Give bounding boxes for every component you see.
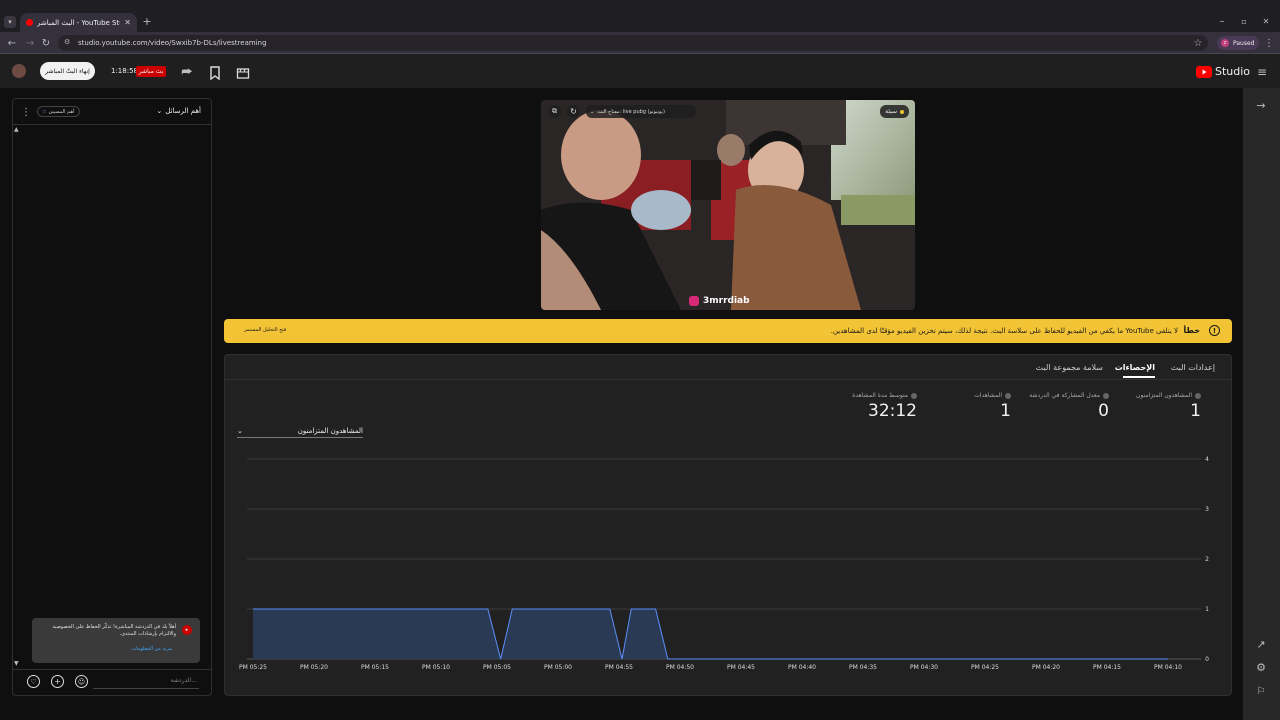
y-tick-label: 1 xyxy=(1205,606,1209,613)
x-tick-label: PM 05:00 xyxy=(544,664,572,671)
right-rail: → ↗ ⚙ ⚐ xyxy=(1243,88,1280,720)
stream-preview[interactable]: ⧉ ↻ ⌄ مفتاح البث: live pubg (يوتيوتو) سيئ… xyxy=(541,100,915,310)
browser-toolbar: ← → ↻ ⚙ studio.youtube.com/video/Swxib7b… xyxy=(0,32,1280,54)
x-tick-label: PM 04:10 xyxy=(1154,664,1182,671)
share-icon[interactable]: ⮫ xyxy=(180,65,194,79)
y-tick-label: 4 xyxy=(1205,456,1209,463)
expand-arrow-icon[interactable]: → xyxy=(1254,98,1268,112)
profile-status: Paused xyxy=(1233,39,1255,47)
settings-gear-icon[interactable]: ⚙ xyxy=(1254,660,1268,674)
channel-avatar[interactable] xyxy=(12,64,26,78)
stream-key-dropdown[interactable]: ⌄ مفتاح البث: live pubg (يوتيوتو) xyxy=(586,105,696,118)
x-tick-label: PM 05:20 xyxy=(300,664,328,671)
x-tick-label: PM 04:50 xyxy=(666,664,694,671)
feedback-icon[interactable]: ⚐ xyxy=(1254,684,1268,698)
browser-tab-bar: ▾ البث المباشر - YouTube Studio ✕ + – ▫ … xyxy=(0,0,1280,32)
heart-icon[interactable]: ♡ xyxy=(27,675,40,688)
close-window-icon[interactable]: ✕ xyxy=(1260,15,1272,27)
refresh-icon[interactable]: ↻ xyxy=(567,105,580,118)
youtube-notice-icon: ▸ xyxy=(182,625,192,635)
reload-icon[interactable]: ↻ xyxy=(40,37,52,49)
open-analysis-link[interactable]: فتح التحليل المستمر xyxy=(244,327,286,333)
series-area xyxy=(253,609,1168,659)
studio-wordmark: Studio xyxy=(1215,65,1251,78)
scroll-up-icon[interactable]: ▲ xyxy=(14,126,19,133)
chevron-down-icon: ⌄ xyxy=(156,107,163,115)
new-tab-icon[interactable]: + xyxy=(141,15,153,28)
back-icon[interactable]: ← xyxy=(6,37,18,49)
learn-more-link[interactable]: مزيد من المعلومات xyxy=(132,646,172,652)
y-tick-label: 3 xyxy=(1205,506,1209,513)
browser-tab[interactable]: البث المباشر - YouTube Studio ✕ xyxy=(20,13,137,32)
notice-text: أهلاً بك في الدردشة المباشرة! تذكّر الحف… xyxy=(52,624,176,637)
tab-title: البث المباشر - YouTube Studio xyxy=(37,18,120,27)
error-message: لا يتلقى YouTube ما يكفي من الفيديو للحف… xyxy=(830,327,1178,335)
x-tick-label: PM 04:25 xyxy=(971,664,999,671)
address-bar[interactable]: ⚙ studio.youtube.com/video/Swxib7b-DLs/l… xyxy=(58,35,1208,51)
tab-search-icon[interactable]: ▾ xyxy=(4,16,16,28)
scroll-down-icon[interactable]: ▼ xyxy=(14,660,19,667)
chat-welcome-notice: ▸ أهلاً بك في الدردشة المباشرة! تذكّر ال… xyxy=(32,618,200,663)
live-badge: بث مباشر xyxy=(136,66,166,77)
y-tick-label: 0 xyxy=(1205,656,1209,663)
live-chat-panel: ⋮ ☆ أهم المسيين ⌄ أهم الرسائل ▲ ▼ ▸ أهلاً … xyxy=(12,98,212,696)
concurrent-viewers-chart: 0 1 2 3 4 PM 05:25 PM 05:20 PM 05:15 PM 05:10 PM … xyxy=(239,456,1209,671)
stream-error-alert: ! خطأ لا يتلقى YouTube ما يكفي من الفيدي… xyxy=(224,319,1232,343)
x-tick-label: PM 04:40 xyxy=(788,664,816,671)
chat-header: ⋮ ☆ أهم المسيين ⌄ أهم الرسائل xyxy=(13,99,211,125)
profile-avatar: z xyxy=(1221,39,1229,47)
chat-divider xyxy=(13,669,211,670)
url-text: studio.youtube.com/video/Swxib7b-DLs/liv… xyxy=(78,39,267,47)
x-tick-label: PM 04:55 xyxy=(605,664,633,671)
hamburger-menu-icon[interactable]: ≡ xyxy=(1255,65,1269,79)
site-info-icon[interactable]: ⚙ xyxy=(64,38,70,46)
end-stream-button[interactable]: إنهاء البثّ المباشر xyxy=(40,62,95,80)
studio-logo[interactable]: Studio xyxy=(1196,65,1250,78)
y-tick-label: 2 xyxy=(1205,556,1209,563)
forward-icon[interactable]: → xyxy=(24,37,36,49)
chat-input[interactable]: الدردشة... xyxy=(93,675,199,689)
copy-icon[interactable]: ⧉ xyxy=(548,105,561,118)
chat-mode-dropdown[interactable]: ⌄ أهم الرسائل xyxy=(156,107,201,115)
studio-header: إنهاء البثّ المباشر 1:18:58 بث مباشر ⮫ S… xyxy=(0,54,1280,88)
minimize-icon[interactable]: – xyxy=(1216,15,1228,27)
x-tick-label: PM 05:25 xyxy=(239,664,267,671)
add-icon[interactable]: + xyxy=(51,675,64,688)
status-dot-icon xyxy=(900,109,904,114)
instagram-overlay: 3mrrdiab xyxy=(689,296,750,306)
youtube-favicon-icon xyxy=(26,19,33,26)
x-tick-label: PM 04:45 xyxy=(727,664,755,671)
bookmark-star-icon[interactable]: ☆ xyxy=(1192,37,1204,49)
member-icon: ☆ xyxy=(42,108,47,115)
browser-menu-icon[interactable]: ⋮ xyxy=(1264,37,1274,49)
clapper-icon[interactable] xyxy=(236,65,250,79)
x-tick-label: PM 04:20 xyxy=(1032,664,1060,671)
stream-health-badge[interactable]: سيئة xyxy=(880,105,909,118)
bookmark-icon[interactable] xyxy=(208,65,222,81)
emoji-icon[interactable]: ☺ xyxy=(75,675,88,688)
warning-icon: ! xyxy=(1209,325,1220,336)
youtube-logo-icon xyxy=(1196,65,1212,78)
x-tick-label: PM 05:05 xyxy=(483,664,511,671)
elapsed-time: 1:18:58 xyxy=(111,67,138,75)
analytics-panel: إعدادات البث الإحصاءات سلامة مجموعة البث… xyxy=(224,354,1232,696)
instagram-icon xyxy=(689,296,699,306)
error-label: خطأ xyxy=(1183,326,1200,335)
x-tick-label: PM 04:30 xyxy=(910,664,938,671)
popout-icon[interactable]: ↗ xyxy=(1254,637,1268,651)
x-tick-label: PM 04:35 xyxy=(849,664,877,671)
chat-more-icon[interactable]: ⋮ xyxy=(21,106,31,118)
chevron-down-icon: ⌄ xyxy=(590,108,595,115)
maximize-icon[interactable]: ▫ xyxy=(1238,15,1250,27)
chat-filter-chip[interactable]: ☆ أهم المسيين xyxy=(37,106,80,117)
preview-frame-image xyxy=(541,100,915,310)
close-tab-icon[interactable]: ✕ xyxy=(124,18,131,27)
x-tick-label: PM 05:15 xyxy=(361,664,389,671)
x-tick-label: PM 05:10 xyxy=(422,664,450,671)
profile-chip[interactable]: z Paused xyxy=(1217,36,1259,50)
x-tick-label: PM 04:15 xyxy=(1093,664,1121,671)
